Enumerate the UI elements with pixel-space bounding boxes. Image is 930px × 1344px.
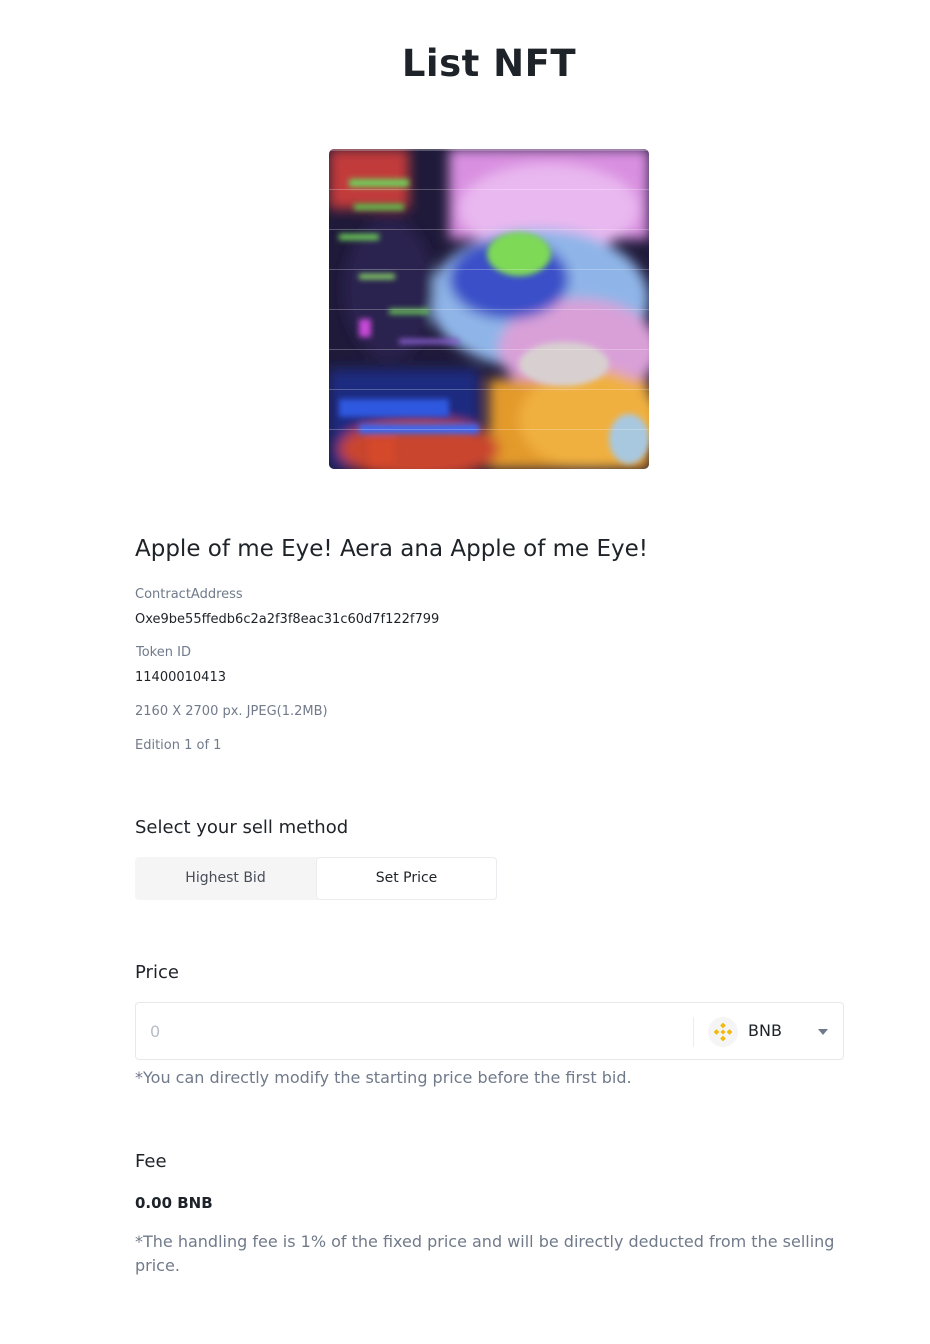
currency-select[interactable]: BNB bbox=[708, 1015, 836, 1049]
contract-address-label: ContractAddress bbox=[135, 587, 243, 602]
price-hint: *You can directly modify the starting pr… bbox=[135, 1068, 632, 1087]
nft-name: Apple of me Eye! Aera ana Apple of me Ey… bbox=[135, 536, 649, 562]
price-title: Price bbox=[135, 962, 179, 983]
fee-title: Fee bbox=[135, 1151, 167, 1172]
fee-value: 0.00 BNB bbox=[135, 1194, 213, 1212]
price-field-divider bbox=[693, 1017, 694, 1047]
nft-image bbox=[329, 149, 649, 469]
contract-address-value: Oxe9be55ffedb6c2a2f3f8eac31c60d7f122f799 bbox=[135, 612, 440, 627]
highest-bid-option[interactable]: Highest Bid bbox=[135, 857, 316, 900]
page-title: List NFT bbox=[401, 42, 577, 85]
sell-method-toggle: Highest Bid Set Price bbox=[135, 857, 497, 900]
chevron-down-icon bbox=[818, 1029, 828, 1035]
price-field: BNB bbox=[135, 1002, 844, 1060]
token-id-label: Token ID bbox=[136, 645, 191, 660]
token-id-value: 11400010413 bbox=[135, 670, 226, 685]
set-price-option[interactable]: Set Price bbox=[316, 857, 497, 900]
bnb-icon bbox=[708, 1017, 738, 1047]
nft-artwork bbox=[329, 149, 649, 469]
edition-info: Edition 1 of 1 bbox=[135, 738, 222, 753]
currency-label: BNB bbox=[748, 1021, 782, 1040]
price-input[interactable] bbox=[136, 1003, 691, 1059]
sell-method-title: Select your sell method bbox=[135, 817, 349, 838]
file-info: 2160 X 2700 px. JPEG(1.2MB) bbox=[135, 704, 328, 719]
fee-hint: *The handling fee is 1% of the fixed pri… bbox=[135, 1232, 835, 1275]
